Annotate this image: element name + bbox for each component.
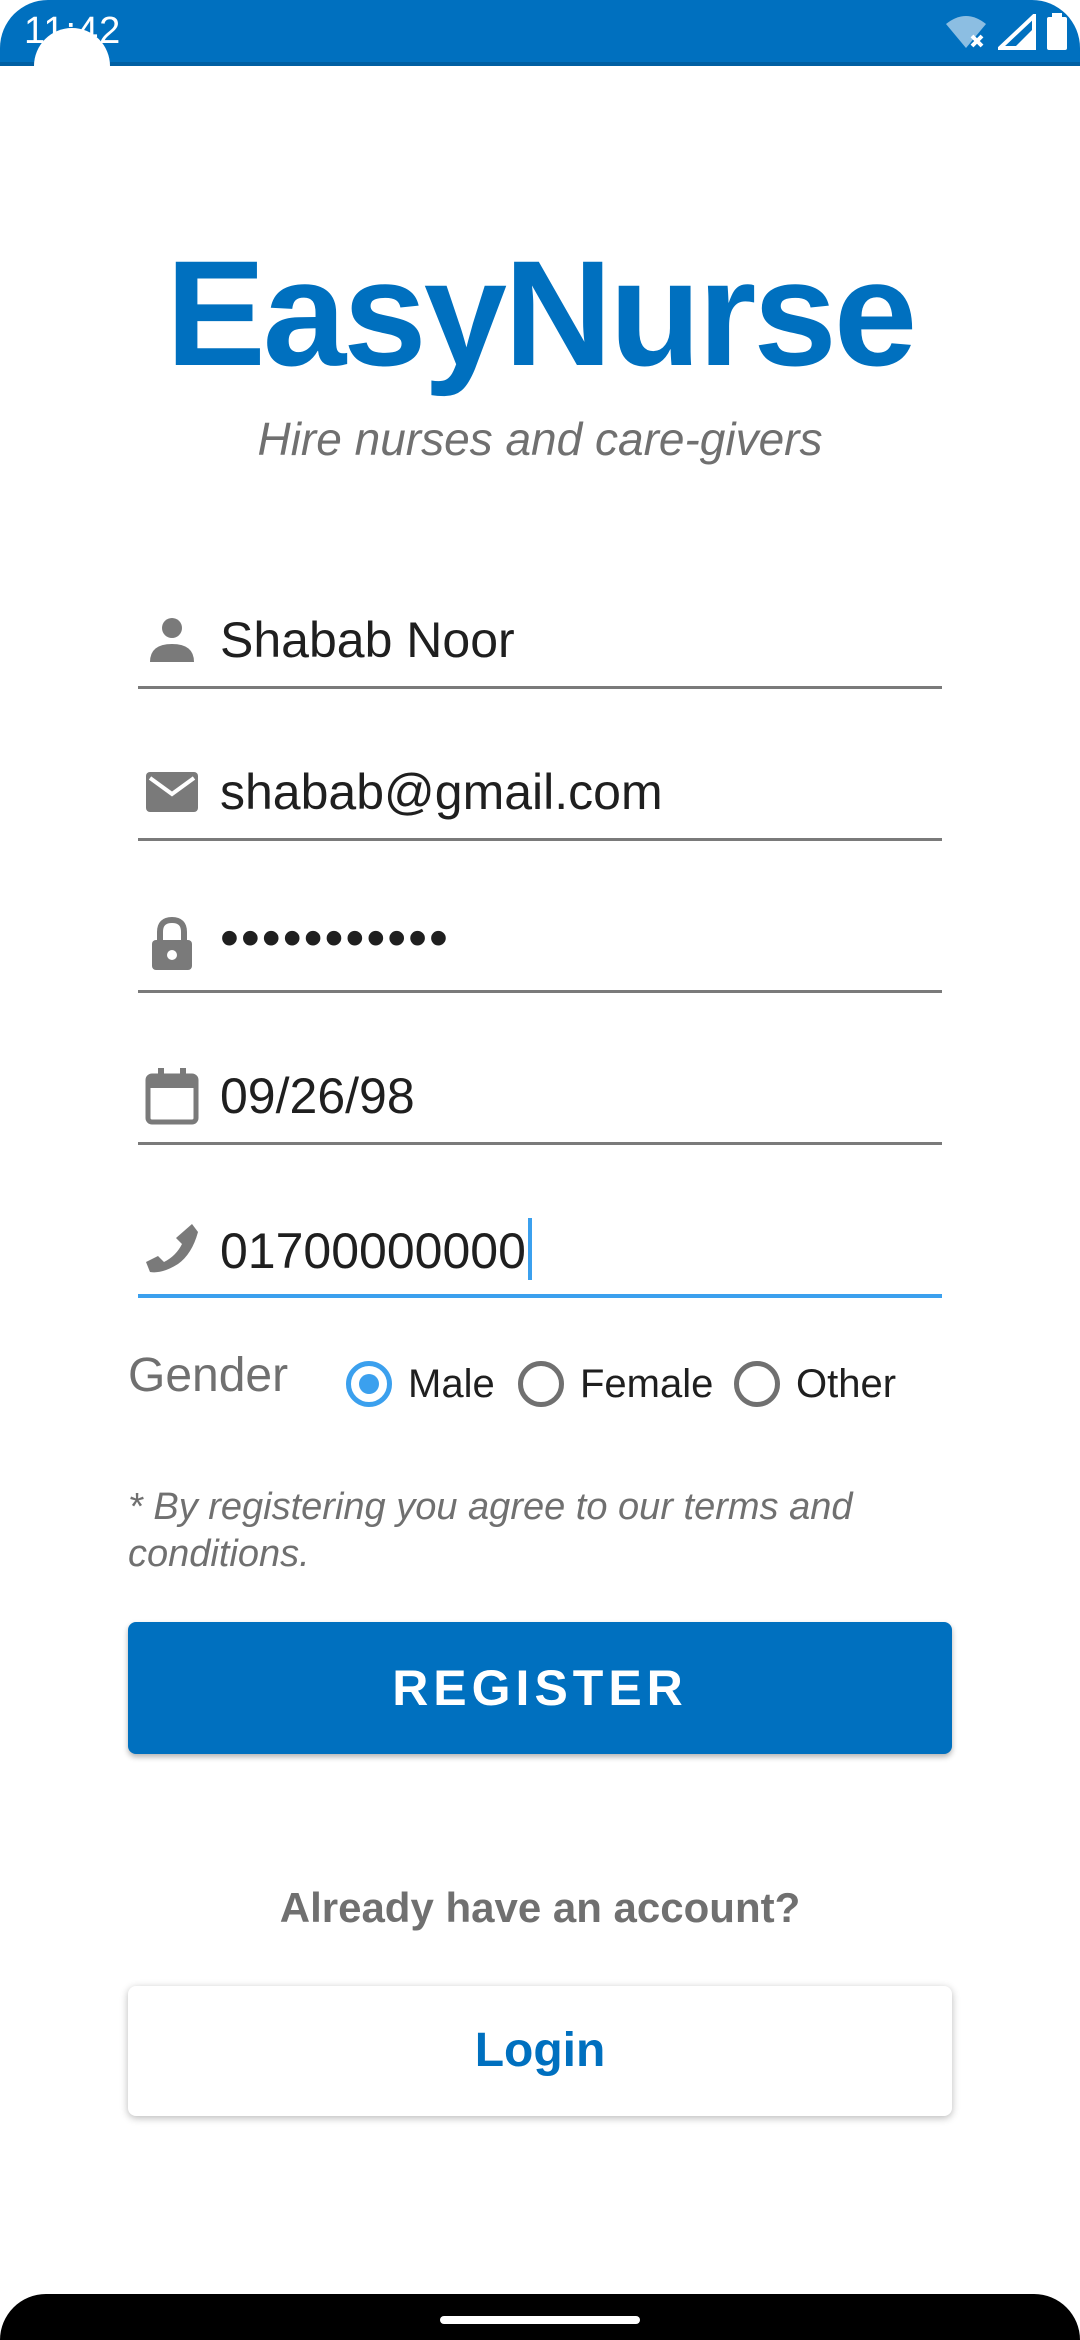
gender-option-label: Other [796,1361,897,1406]
name-field[interactable]: Shabab Noor [138,600,942,689]
person-icon [142,610,202,670]
gender-option-other[interactable]: Other [734,1354,896,1414]
password-field[interactable]: ••••••••••• [138,904,942,993]
gender-option-male[interactable]: Male [346,1354,495,1414]
email-value: shabab@gmail.com [220,764,663,820]
calendar-icon [142,1066,202,1126]
phone-icon [142,1218,202,1278]
gender-option-female[interactable]: Female [518,1354,713,1414]
password-value: ••••••••••• [220,908,450,968]
register-button[interactable]: REGISTER [128,1622,952,1754]
gender-option-label: Male [408,1361,495,1406]
phone-field[interactable]: 01700000000 [138,1208,942,1298]
phone-value: 01700000000 [220,1218,532,1281]
gender-label: Gender [128,1349,289,1402]
lock-icon [142,914,202,974]
email-field[interactable]: shabab@gmail.com [138,752,942,841]
radio-unchecked-icon[interactable] [734,1361,780,1407]
app-tagline: Hire nurses and care-givers [257,413,823,465]
radio-checked-icon[interactable] [346,1361,392,1407]
radio-unchecked-icon[interactable] [518,1361,564,1407]
signal-icon [998,14,1036,50]
app-title: EasyNurse [165,229,918,397]
home-indicator[interactable] [440,2316,640,2324]
gender-option-label: Female [580,1361,714,1406]
register-screen: 11:42 EasyNurse [0,0,1080,2340]
already-have-account-text: Already have an account? [279,1884,801,1931]
phone-value-text: 01700000000 [220,1223,526,1279]
status-bar: 11:42 [0,0,1080,66]
login-button[interactable]: Login [128,1986,952,2116]
mail-icon [142,762,202,822]
name-value: Shabab Noor [220,612,515,668]
status-icons [944,12,1068,52]
wifi-off-icon [944,14,988,50]
date-of-birth-value: 09/26/98 [220,1068,415,1124]
camera-cutout [34,28,110,104]
battery-icon [1046,13,1068,51]
text-cursor [527,1218,532,1280]
date-of-birth-field[interactable]: 09/26/98 [138,1056,942,1145]
terms-notice: * By registering you agree to our terms … [128,1486,853,1575]
